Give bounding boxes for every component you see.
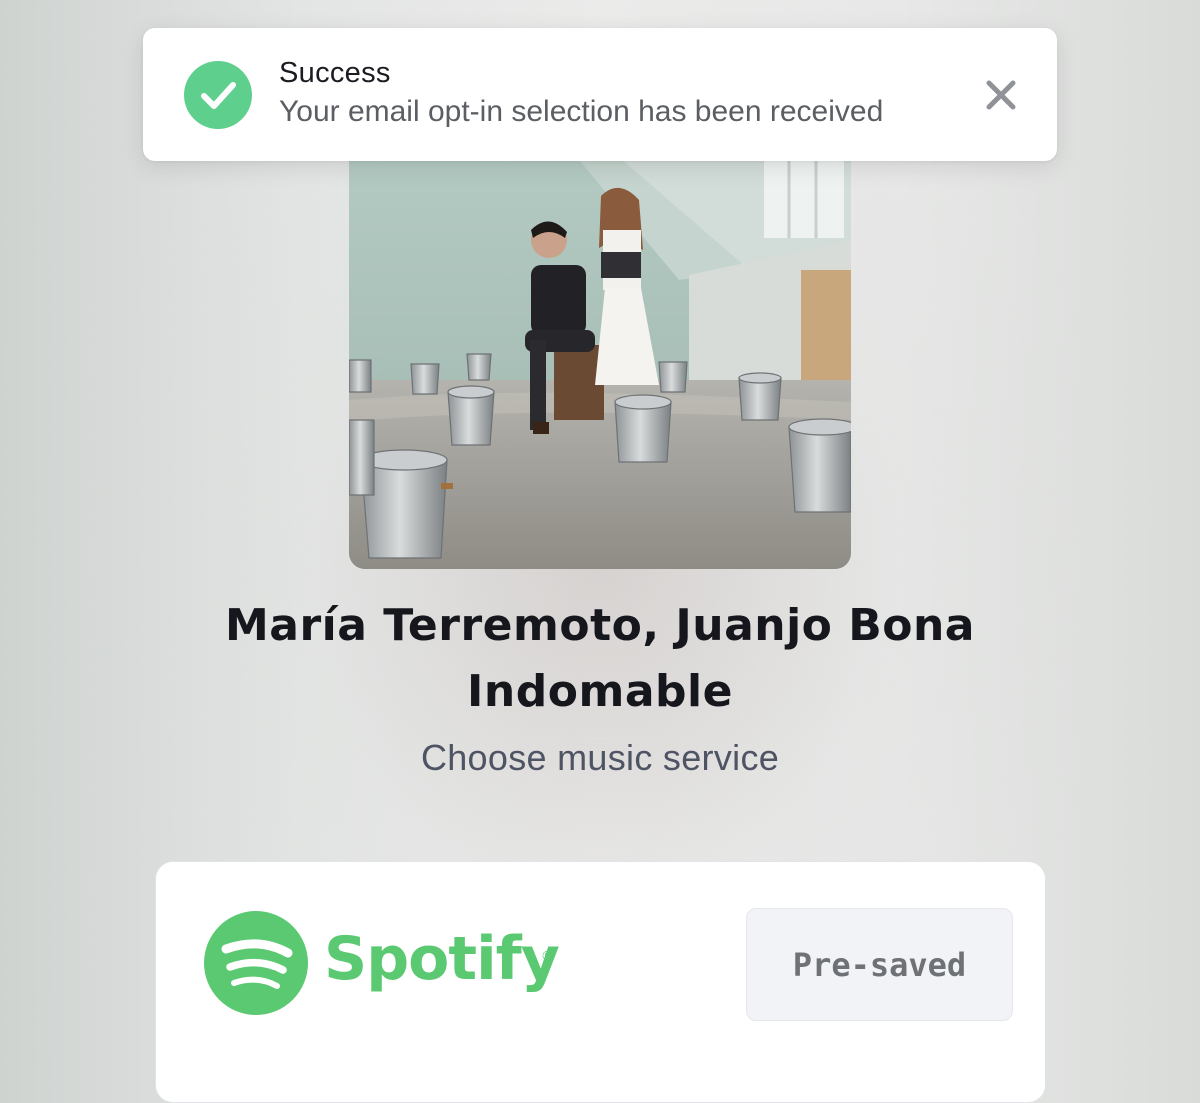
registered-mark: ® bbox=[541, 949, 553, 963]
close-icon[interactable] bbox=[983, 77, 1019, 113]
toast-message: Your email opt-in selection has been rec… bbox=[279, 95, 884, 128]
release-title: Indomable bbox=[467, 666, 733, 717]
spotify-logo-icon bbox=[204, 911, 308, 1015]
choose-service-prompt: Choose music service bbox=[420, 737, 780, 778]
check-circle-icon bbox=[184, 61, 252, 129]
pre-saved-button[interactable]: Pre-saved bbox=[746, 908, 1013, 1021]
album-cover-image bbox=[349, 140, 851, 569]
success-toast: Success Your email opt-in selection has … bbox=[143, 28, 1057, 161]
artist-names: María Terremoto, Juanjo Bona bbox=[224, 600, 975, 651]
toast-title: Success bbox=[279, 57, 391, 89]
service-name: Spotify bbox=[324, 924, 560, 994]
album-cover bbox=[349, 140, 851, 569]
service-card-spotify: Spotify ® Pre-saved bbox=[155, 861, 1046, 1103]
